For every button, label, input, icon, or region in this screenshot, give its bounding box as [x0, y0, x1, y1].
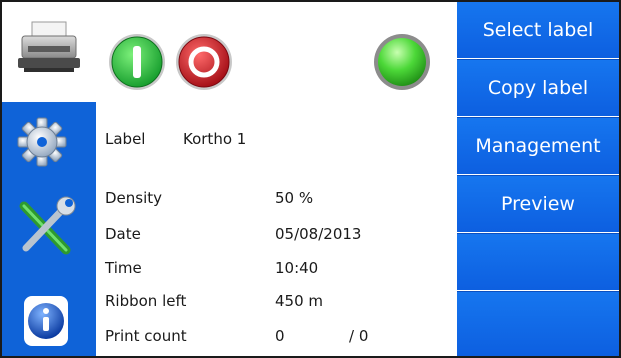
date-value: 05/08/2013: [275, 225, 362, 243]
ribbon-key: Ribbon left: [105, 292, 187, 310]
copy-label-button[interactable]: Copy label: [457, 60, 619, 117]
menu-button-empty-2[interactable]: [457, 292, 619, 356]
ribbon-value: 450 m: [275, 292, 324, 310]
time-key: Time: [105, 259, 142, 277]
tools-icon: [19, 196, 76, 255]
info-panel: Label Kortho 1 Density 50 % Date 05/08/2…: [105, 2, 455, 356]
gear-icon: [17, 117, 67, 167]
management-button[interactable]: Management: [457, 118, 619, 175]
printer-panel: Label Kortho 1 Density 50 % Date 05/08/2…: [2, 2, 619, 356]
preview-button[interactable]: Preview: [457, 176, 619, 233]
info-button[interactable]: [2, 278, 96, 356]
side-nav: [2, 102, 96, 356]
label-key: Label: [105, 130, 146, 148]
time-value: 10:40: [275, 259, 319, 277]
date-key: Date: [105, 225, 141, 243]
info-icon: [24, 296, 68, 346]
menu-button-empty-1[interactable]: [457, 234, 619, 291]
right-menu: Select label Copy label Management Previ…: [457, 2, 619, 356]
select-label-button[interactable]: Select label: [457, 2, 619, 59]
print-count-key: Print count: [105, 327, 187, 345]
print-count-value: 0: [275, 327, 285, 345]
tools-button[interactable]: [2, 188, 96, 268]
density-key: Density: [105, 189, 163, 207]
settings-button[interactable]: [2, 102, 96, 182]
label-value: Kortho 1: [183, 130, 247, 148]
density-value: 50 %: [275, 189, 314, 207]
print-count-total: / 0: [349, 327, 369, 345]
